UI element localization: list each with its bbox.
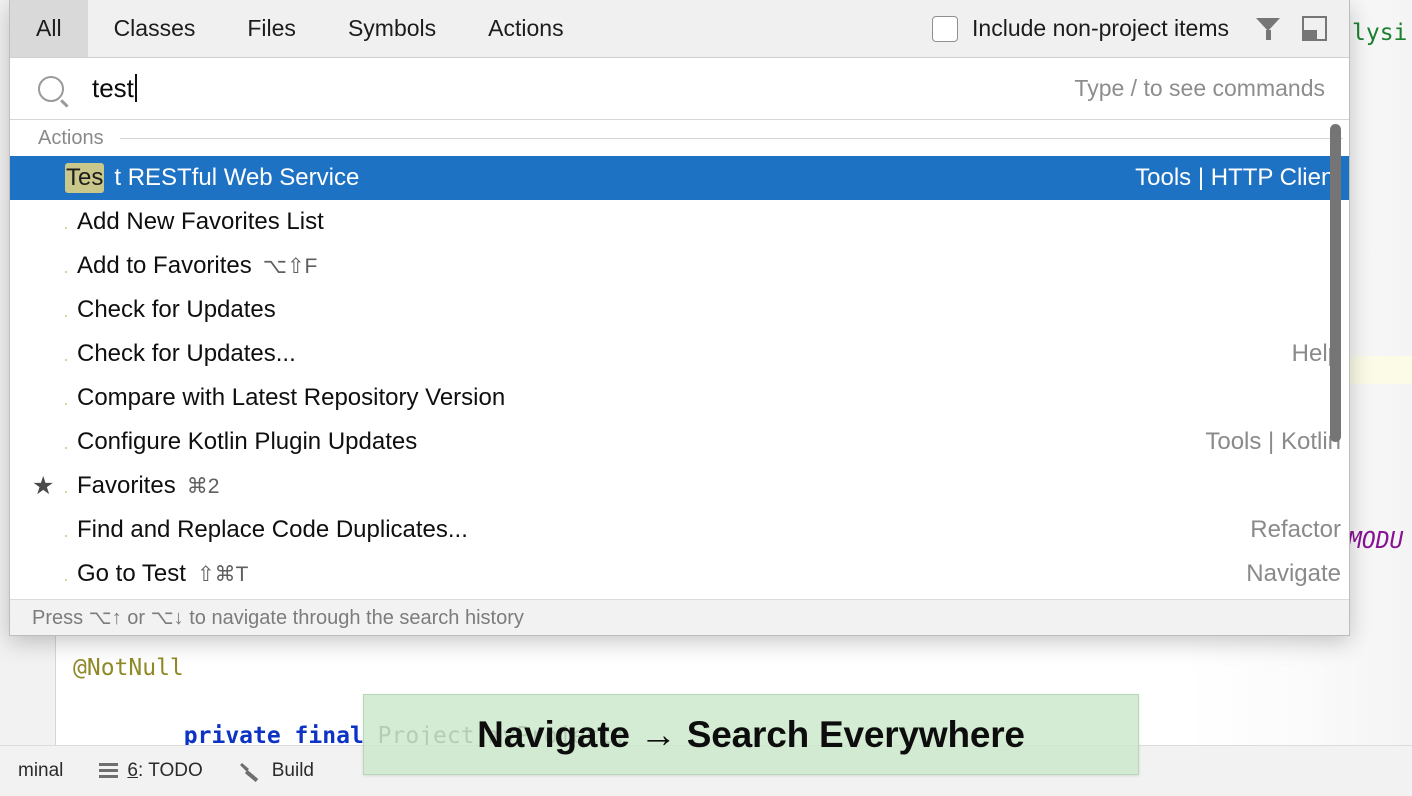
- result-row-check-for-updates[interactable]: Check for Updates: [10, 288, 1349, 332]
- result-label: Tes t RESTful Web Service: [66, 163, 370, 193]
- tab-actions[interactable]: Actions: [462, 0, 589, 57]
- build-label: Build: [272, 760, 314, 782]
- result-rest: Configure Kotlin Plugin Updates: [77, 428, 417, 456]
- tab-files-label: Files: [247, 15, 296, 42]
- result-match-highlight: [65, 447, 67, 449]
- tab-symbols-label: Symbols: [348, 15, 436, 42]
- hammer-icon: [239, 760, 263, 782]
- results-group-header: Actions: [10, 120, 1349, 156]
- todo-text: : TODO: [138, 760, 203, 781]
- result-shortcut: ⇧⌘T: [197, 562, 248, 587]
- tab-classes[interactable]: Classes: [88, 0, 222, 57]
- result-match-highlight: [65, 535, 67, 537]
- result-rest: Find and Replace Code Duplicates...: [77, 516, 468, 544]
- terminal-label: minal: [18, 760, 63, 782]
- results-scrollbar-thumb[interactable]: [1330, 124, 1341, 442]
- checkbox-box[interactable]: [932, 16, 958, 42]
- result-rest: Check for Updates: [77, 296, 276, 324]
- result-match-highlight: [65, 403, 67, 405]
- code-line-annotation: @NotNull: [73, 655, 184, 681]
- status-item-build[interactable]: Build: [221, 746, 332, 796]
- search-everywhere-footer: Press ⌥↑ or ⌥↓ to navigate through the s…: [10, 599, 1349, 635]
- tab-classes-label: Classes: [114, 15, 196, 42]
- screen-root: lysi MODU @NotNull private final Project…: [0, 0, 1412, 796]
- result-label: Check for Updates: [66, 296, 287, 324]
- result-row-go-to-test[interactable]: Go to Test⇧⌘T Navigate: [10, 552, 1349, 596]
- tool-window-icon: [1302, 16, 1327, 41]
- search-icon: [38, 76, 64, 102]
- code-comment-fragment: lysi: [1352, 20, 1407, 46]
- todo-number: 6: [127, 760, 138, 781]
- todo-label: 6: TODO: [127, 760, 202, 782]
- result-rest: Add to Favorites: [77, 252, 252, 280]
- tab-actions-label: Actions: [488, 15, 563, 42]
- result-match-highlight: [65, 227, 67, 229]
- result-label: Find and Replace Code Duplicates...: [66, 516, 479, 544]
- result-label: Check for Updates...: [66, 340, 307, 368]
- include-non-project-items-label: Include non-project items: [972, 15, 1229, 42]
- result-rest: Favorites: [77, 472, 176, 500]
- result-label: Compare with Latest Repository Version: [66, 384, 516, 412]
- result-match-highlight: Tes: [65, 163, 104, 193]
- preview-toggle-button[interactable]: [1291, 6, 1337, 52]
- result-location: Tools | Kotlin: [1205, 428, 1349, 456]
- text-caret: [135, 74, 137, 102]
- footer-hint: Press ⌥↑ or ⌥↓ to navigate through the s…: [32, 605, 524, 630]
- result-row-check-for-updates-dialog[interactable]: Check for Updates... Help: [10, 332, 1349, 376]
- result-label: Favorites ⌘2: [66, 472, 219, 500]
- tab-files[interactable]: Files: [221, 0, 322, 57]
- editor-highlight-band: [1345, 356, 1412, 384]
- filter-funnel-icon: [1256, 18, 1280, 40]
- result-match-highlight: [65, 271, 67, 273]
- callout-text: Navigate → Search Everywhere: [477, 714, 1025, 756]
- result-label: Configure Kotlin Plugin Updates: [66, 428, 428, 456]
- result-row-add-to-favorites[interactable]: Add to Favorites ⌥⇧F: [10, 244, 1349, 288]
- result-row-compare-with-latest-repository-version[interactable]: Compare with Latest Repository Version: [10, 376, 1349, 420]
- search-everywhere-tabbar: All Classes Files Symbols Actions Includ…: [10, 0, 1349, 58]
- tabbar-controls: Include non-project items: [916, 0, 1349, 57]
- result-row-configure-kotlin-plugin-updates[interactable]: Configure Kotlin Plugin Updates Tools | …: [10, 420, 1349, 464]
- result-shortcut: ⌥⇧F: [263, 254, 318, 279]
- tab-symbols[interactable]: Symbols: [322, 0, 462, 57]
- result-match-highlight: [65, 491, 67, 493]
- search-input[interactable]: test: [92, 73, 137, 104]
- search-row[interactable]: test Type / to see commands: [10, 58, 1349, 120]
- include-non-project-items-checkbox[interactable]: Include non-project items: [916, 15, 1245, 42]
- result-label: Add New Favorites List: [66, 208, 335, 236]
- search-input-value: test: [92, 73, 134, 103]
- result-rest: Go to Test: [77, 560, 186, 588]
- tab-all-label: All: [36, 15, 62, 42]
- results-group-divider: [120, 138, 1343, 139]
- tab-all[interactable]: All: [10, 0, 88, 57]
- status-item-terminal[interactable]: minal: [0, 746, 81, 796]
- results-list[interactable]: Actions Tes t RESTful Web Service Tools |…: [10, 120, 1349, 599]
- result-shortcut: ⌘2: [187, 474, 220, 499]
- callout-banner: Navigate → Search Everywhere: [363, 694, 1139, 775]
- result-row-favorites[interactable]: ★ Favorites ⌘2: [10, 464, 1349, 508]
- search-everywhere-popup: All Classes Files Symbols Actions Includ…: [9, 0, 1350, 636]
- result-match-highlight: [65, 579, 67, 581]
- result-rest: Add New Favorites List: [77, 208, 324, 236]
- code-constant-fragment: MODU: [1348, 528, 1403, 554]
- list-icon: [99, 763, 118, 779]
- star-icon: ★: [32, 474, 66, 499]
- result-row-add-new-favorites-list[interactable]: Add New Favorites List: [10, 200, 1349, 244]
- result-row-test-restful-web-service[interactable]: Tes t RESTful Web Service Tools | HTTP Cl…: [10, 156, 1349, 200]
- result-match-highlight: [65, 315, 67, 317]
- result-label: Add to Favorites ⌥⇧F: [66, 252, 317, 280]
- result-rest: Compare with Latest Repository Version: [77, 384, 505, 412]
- results-scrollbar[interactable]: [1330, 124, 1341, 595]
- result-label: Go to Test ⇧⌘T: [66, 560, 248, 588]
- result-row-find-and-replace-code-duplicates[interactable]: Find and Replace Code Duplicates... Refa…: [10, 508, 1349, 552]
- result-match-highlight: [65, 359, 67, 361]
- result-rest: Check for Updates...: [77, 340, 296, 368]
- results-group-label: Actions: [38, 127, 104, 150]
- result-rest: t RESTful Web Service: [114, 164, 359, 192]
- search-commands-hint: Type / to see commands: [1074, 75, 1331, 102]
- filter-button[interactable]: [1245, 6, 1291, 52]
- result-location: Tools | HTTP Client: [1135, 164, 1349, 192]
- status-item-todo[interactable]: 6: TODO: [81, 746, 220, 796]
